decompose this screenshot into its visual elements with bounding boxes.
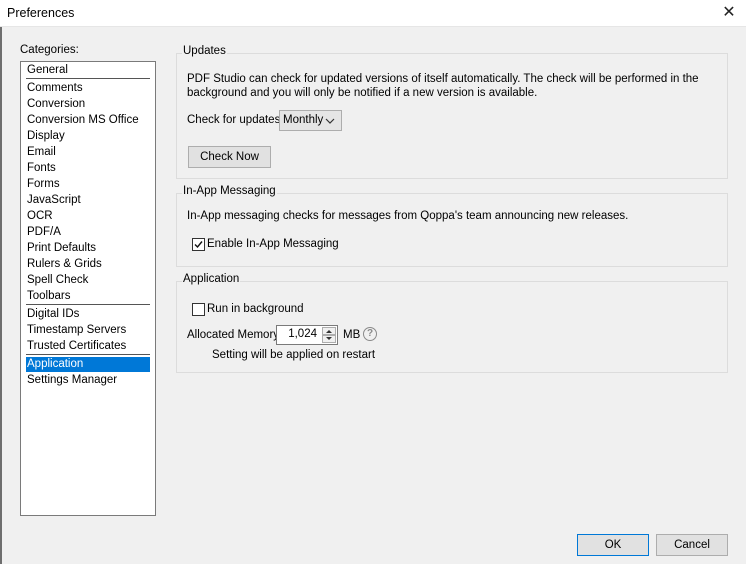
arrow-up-icon: [326, 330, 332, 333]
updates-description-line1: PDF Studio can check for updated version…: [187, 73, 699, 85]
sidebar-item-conversion[interactable]: Conversion: [26, 97, 150, 112]
sidebar-item-print-defaults[interactable]: Print Defaults: [26, 241, 150, 256]
title-bar: Preferences ✕: [0, 0, 746, 27]
updates-group: Updates PDF Studio can check for updated…: [176, 45, 728, 179]
memory-unit: MB: [343, 329, 361, 341]
sidebar-item-pdfa[interactable]: PDF/A: [26, 225, 150, 240]
category-separator: [26, 354, 150, 355]
updates-description-line2: background and you will only be notified…: [187, 87, 538, 99]
check-for-updates-label: Check for updates: [187, 114, 281, 126]
updates-title: Updates: [182, 45, 227, 57]
update-frequency-value: Monthly: [283, 114, 324, 126]
sidebar-item-fonts[interactable]: Fonts: [26, 161, 150, 176]
run-in-background-label[interactable]: Run in background: [207, 303, 304, 315]
close-icon[interactable]: ✕: [720, 4, 738, 22]
category-separator: [26, 304, 150, 305]
sidebar-item-application[interactable]: Application: [26, 357, 150, 372]
window-edge: [0, 27, 2, 564]
allocated-memory-spinner[interactable]: 1,024: [276, 325, 338, 345]
in-app-messaging-group: In-App Messaging In-App messaging checks…: [176, 185, 728, 267]
sidebar-item-trusted-certificates[interactable]: Trusted Certificates: [26, 339, 150, 354]
ok-button[interactable]: OK: [577, 534, 649, 556]
sidebar-item-timestamp-servers[interactable]: Timestamp Servers: [26, 323, 150, 338]
allocated-memory-label: Allocated Memory: [187, 329, 280, 341]
application-group: Application Run in background Allocated …: [176, 273, 728, 373]
application-title: Application: [182, 273, 241, 285]
check-icon: [194, 241, 203, 249]
arrow-down-icon: [326, 337, 332, 340]
help-icon[interactable]: ?: [363, 327, 377, 341]
sidebar-item-display[interactable]: Display: [26, 129, 150, 144]
sidebar-item-general[interactable]: General: [26, 63, 150, 78]
enable-in-app-messaging-checkbox[interactable]: [192, 238, 205, 251]
categories-list[interactable]: General Comments Conversion Conversion M…: [20, 61, 156, 516]
sidebar-item-digital-ids[interactable]: Digital IDs: [26, 307, 150, 322]
sidebar-item-toolbars[interactable]: Toolbars: [26, 289, 150, 304]
allocated-memory-value: 1,024: [288, 328, 317, 340]
sidebar-item-comments[interactable]: Comments: [26, 81, 150, 96]
sidebar-item-javascript[interactable]: JavaScript: [26, 193, 150, 208]
in-app-messaging-title: In-App Messaging: [182, 185, 277, 197]
sidebar-item-conversion-ms-office[interactable]: Conversion MS Office: [26, 113, 150, 128]
category-separator: [26, 78, 150, 79]
categories-label: Categories:: [20, 44, 79, 56]
in-app-messaging-description: In-App messaging checks for messages fro…: [187, 210, 629, 222]
chevron-down-icon: [325, 118, 335, 124]
window-title: Preferences: [7, 6, 75, 20]
spinner-down-button[interactable]: [322, 335, 336, 343]
update-frequency-select[interactable]: Monthly: [279, 110, 342, 131]
restart-note: Setting will be applied on restart: [212, 349, 376, 361]
sidebar-item-settings-manager[interactable]: Settings Manager: [26, 373, 150, 388]
sidebar-item-rulers-grids[interactable]: Rulers & Grids: [26, 257, 150, 272]
sidebar-item-email[interactable]: Email: [26, 145, 150, 160]
enable-in-app-messaging-label[interactable]: Enable In-App Messaging: [207, 238, 339, 250]
check-now-button[interactable]: Check Now: [188, 146, 271, 168]
run-in-background-checkbox[interactable]: [192, 303, 205, 316]
spinner-buttons: [322, 327, 336, 343]
sidebar-item-ocr[interactable]: OCR: [26, 209, 150, 224]
sidebar-item-spell-check[interactable]: Spell Check: [26, 273, 150, 288]
sidebar-item-forms[interactable]: Forms: [26, 177, 150, 192]
spinner-up-button[interactable]: [322, 327, 336, 335]
cancel-button[interactable]: Cancel: [656, 534, 728, 556]
